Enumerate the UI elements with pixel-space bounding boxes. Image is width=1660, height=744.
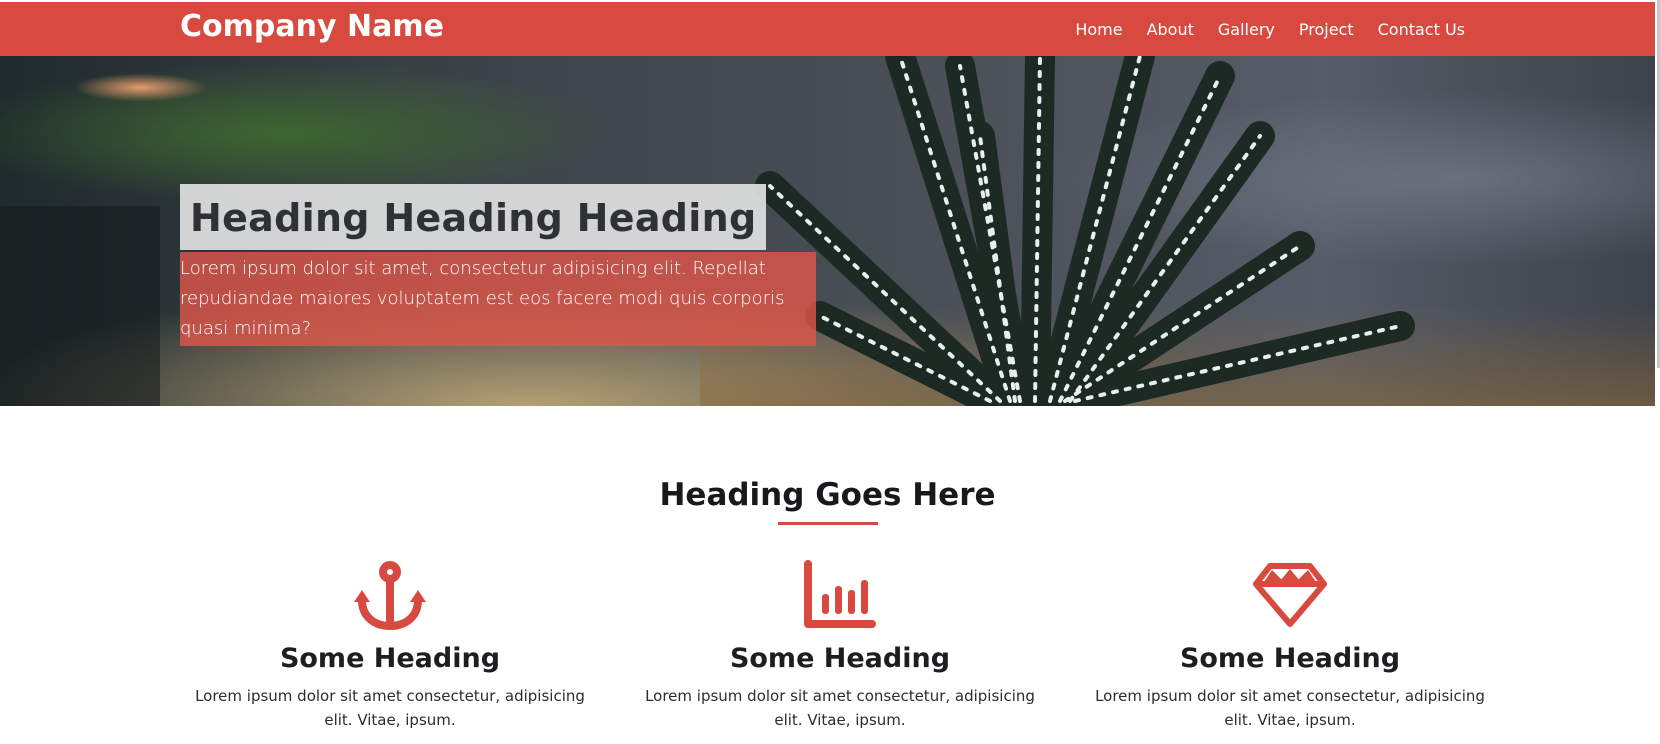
nav-links: Home About Gallery Project Contact Us (1075, 2, 1465, 56)
feature-text: Lorem ipsum dolor sit amet consectetur, … (645, 687, 1035, 729)
feature-card: Some Heading Lorem ipsum dolor sit amet … (180, 560, 600, 732)
hero-heading-box: Heading Heading Heading (180, 184, 767, 250)
hero-banner: Heading Heading Heading Lorem ipsum dolo… (0, 56, 1655, 406)
feature-heading: Some Heading (729, 643, 951, 674)
nav-about-link[interactable]: About (1147, 20, 1194, 39)
feature-card: Some Heading Lorem ipsum dolor sit amet … (630, 560, 1050, 732)
hero-text-box: Lorem ipsum dolor sit amet, consectetur … (180, 252, 816, 346)
feature-heading: Some Heading (1179, 643, 1401, 674)
brand-link[interactable]: Company Name (180, 8, 444, 46)
hero-text: Lorem ipsum dolor sit amet, consectetur … (180, 258, 785, 339)
features-row: Some Heading Lorem ipsum dolor sit amet … (180, 560, 1500, 732)
nav-contact-link[interactable]: Contact Us (1378, 20, 1465, 39)
hero-heading: Heading Heading Heading (190, 196, 757, 240)
section-underline (778, 522, 878, 525)
anchor-icon (180, 560, 600, 636)
navbar: Company Name Home About Gallery Project … (0, 2, 1655, 56)
nav-gallery-link[interactable]: Gallery (1218, 20, 1275, 39)
section-title: Heading Goes Here (659, 477, 996, 513)
page: Company Name Home About Gallery Project … (0, 0, 1660, 744)
feature-text: Lorem ipsum dolor sit amet consectetur, … (1095, 687, 1485, 729)
feature-text: Lorem ipsum dolor sit amet consectetur, … (195, 687, 585, 729)
bar-chart-icon (630, 560, 1050, 636)
nav-home-link[interactable]: Home (1075, 20, 1122, 39)
nav-project-link[interactable]: Project (1299, 20, 1354, 39)
feature-heading: Some Heading (279, 643, 501, 674)
scrollbar[interactable] (1655, 0, 1660, 744)
feature-card: Some Heading Lorem ipsum dolor sit amet … (1080, 560, 1500, 732)
diamond-icon (1080, 560, 1500, 636)
